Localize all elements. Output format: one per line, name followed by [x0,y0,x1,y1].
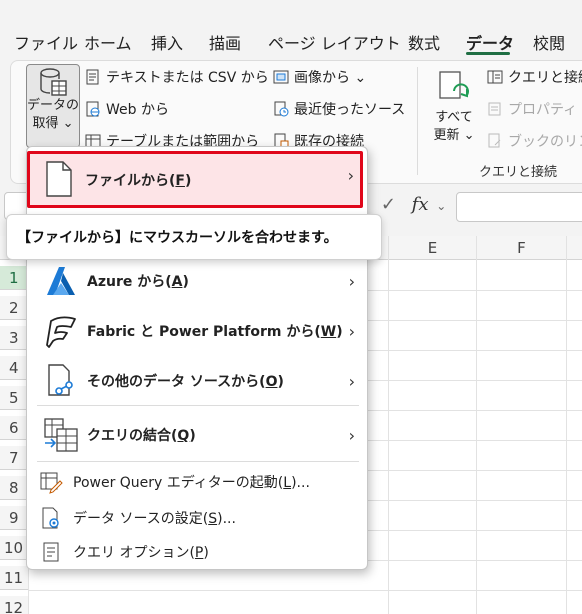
row-header[interactable]: 11 [0,566,28,590]
column-header-f[interactable]: F [476,236,566,260]
enter-check-icon[interactable]: ✓ [381,194,396,215]
row-header[interactable]: 2 [0,296,28,320]
chevron-right-icon: › [348,321,355,341]
recent-sources-label: 最近使ったソース [294,102,406,118]
menu-item-power-query-editor[interactable]: Power Query エディターの起動(L)... [31,467,363,497]
row-header[interactable]: 7 [0,446,28,470]
tab-formulas[interactable]: 数式 [408,30,440,54]
gridline [28,590,582,591]
row-header[interactable]: 6 [0,416,28,440]
tab-insert[interactable]: 挿入 [151,30,183,54]
instruction-tooltip: 【ファイルから】にマウスカーソルを合わせます。 [6,214,382,260]
row-header[interactable]: 4 [0,356,28,380]
power-query-editor-icon [39,470,63,494]
refresh-label-1: すべて [435,110,473,125]
file-icon [46,161,72,197]
web-button[interactable]: Web から [85,99,169,119]
azure-icon [41,261,81,301]
text-csv-label: テキストまたは CSV から [106,70,269,86]
menu-item-from-file[interactable]: ファイルから(F) › [27,151,363,208]
other-sources-icon [41,361,81,401]
menu-separator [37,405,359,406]
row-header[interactable]: 5 [0,386,28,410]
menu-item-other-sources[interactable]: その他のデータ ソースから(O) › [31,359,363,403]
tab-data[interactable]: データ [466,30,514,54]
gridline [476,236,477,614]
refresh-label-2: 更新 ⌄ [433,128,475,143]
web-label: Web から [106,102,169,118]
image-icon [273,69,289,85]
tab-file[interactable]: ファイル [14,30,78,54]
menu-item-fabric[interactable]: Fabric と Power Platform から(W) › [31,309,363,353]
row-header[interactable]: 8 [0,476,28,500]
get-data-dropdown-menu: Azure から(A) › Fabric と Power Platform から… [26,146,368,570]
data-source-settings-icon [39,506,63,530]
text-csv-button[interactable]: テキストまたは CSV から [85,67,269,87]
insert-function-icon[interactable]: fx [412,194,429,215]
menu-item-label: Power Query エディターの起動(L)... [73,475,310,491]
web-globe-icon [85,101,101,117]
query-options-icon [39,540,63,564]
row-header[interactable]: 1 [0,266,28,290]
fabric-icon [41,311,81,351]
chevron-right-icon: › [348,371,355,391]
recent-sources-button[interactable]: 最近使ったソース [273,99,405,119]
menu-item-azure[interactable]: Azure から(A) › [31,259,363,303]
column-header-e[interactable]: E [388,236,476,260]
get-data-label-1: データの [27,98,80,113]
menu-item-label: データ ソースの設定(S)... [73,511,236,527]
from-picture-label: 画像から ⌄ [294,70,367,86]
excel-window: ファイル ホーム 挿入 描画 ページ レイアウト 数式 データ 校閲 データの … [0,0,582,614]
row-header[interactable]: 9 [0,506,28,530]
column-header-g[interactable] [566,236,582,260]
queries-pane-icon [487,69,503,85]
get-data-button[interactable]: データの 取得 ⌄ [26,64,80,148]
menu-item-combine-queries[interactable]: クエリの結合(Q) › [31,413,363,457]
get-data-label-2: 取得 ⌄ [32,116,74,131]
gridline [566,236,567,614]
menu-item-label: その他のデータ ソースから(O) [87,374,284,390]
queries-group-label: クエリと接続 [479,165,558,180]
row-header[interactable]: 10 [0,536,28,560]
text-file-icon [85,69,101,85]
row-header[interactable]: 12 [0,596,28,614]
refresh-icon [439,71,469,99]
menu-item-query-options[interactable]: クエリ オプション(P) [31,537,363,567]
formula-input[interactable] [456,192,582,222]
properties-icon [487,101,503,117]
chevron-right-icon: › [348,271,355,291]
tab-draw[interactable]: 描画 [209,30,241,54]
menu-item-label: Azure から(A) [87,274,189,290]
recent-clock-icon [273,101,289,117]
gridline [388,236,389,614]
workbook-links-icon [487,133,503,149]
queries-connections-button[interactable]: クエリと接続 [487,67,582,87]
menu-item-data-source-settings[interactable]: データ ソースの設定(S)... [31,503,363,533]
menu-item-label: Fabric と Power Platform から(W) [87,324,343,340]
tab-home[interactable]: ホーム [84,30,132,54]
edit-links-label: ブックのリンク [508,134,582,150]
queries-connections-label: クエリと接続 [508,70,582,86]
combine-queries-icon [41,415,81,455]
properties-button[interactable]: プロパティ [487,99,577,119]
row-header[interactable]: 3 [0,326,28,350]
tab-page-layout[interactable]: ページ レイアウト [268,30,401,54]
menu-separator [37,461,359,462]
from-picture-button[interactable]: 画像から ⌄ [273,67,366,87]
chevron-right-icon: › [347,166,354,185]
database-table-icon [40,68,67,96]
refresh-all-button[interactable]: すべて 更新 ⌄ [427,69,481,145]
edit-links-button[interactable]: ブックのリンク [487,131,582,151]
ribbon-tab-bar: ファイル ホーム 挿入 描画 ページ レイアウト 数式 データ 校閲 [0,0,582,58]
menu-item-label: クエリ オプション(P) [73,545,209,561]
menu-item-label: クエリの結合(Q) [87,428,196,444]
chevron-down-icon[interactable]: ⌄ [436,199,446,213]
properties-label: プロパティ [508,102,578,118]
tab-review[interactable]: 校閲 [533,30,565,54]
ribbon-group-divider [417,67,418,175]
chevron-right-icon: › [348,425,355,445]
menu-item-label: ファイルから(F) [85,173,192,189]
active-tab-indicator [466,52,510,55]
